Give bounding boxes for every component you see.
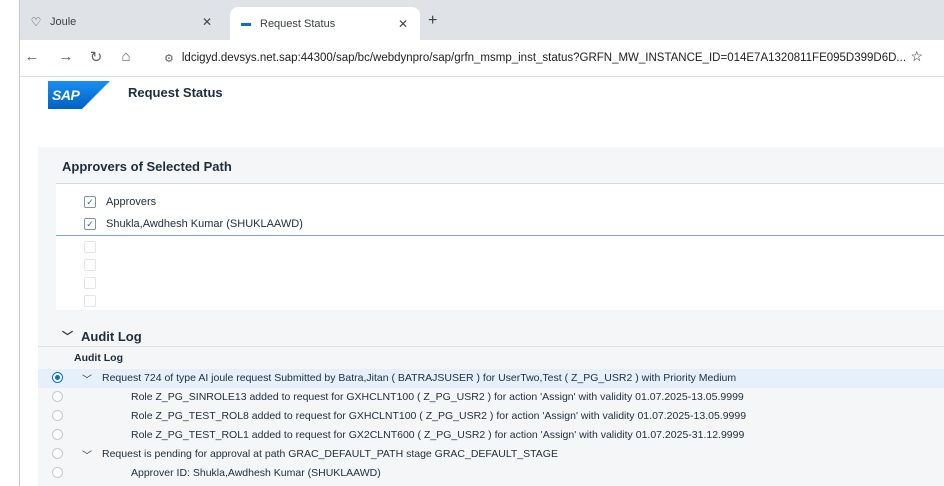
- row-radio-button[interactable]: [52, 410, 63, 421]
- audit-log-text: Request is pending for approval at path …: [102, 448, 558, 460]
- audit-log-row[interactable]: ﹀ Request 724 of type AI joule request S…: [38, 369, 944, 388]
- audit-log-text: Role Z_PG_TEST_ROL8 added to request for…: [131, 410, 747, 422]
- navigation-bar: ← → ↻ ⌂ ⚙ ldcigyd.devsys.net.sap:44300/s…: [20, 40, 944, 77]
- joule-icon: ♡: [30, 15, 42, 29]
- bookmark-star-icon[interactable]: ☆: [910, 48, 923, 65]
- approver-checkbox[interactable]: ✓: [84, 218, 96, 230]
- site-info-icon[interactable]: ⚙: [164, 52, 174, 65]
- audit-log-row[interactable]: ﹀ Request is pending for approval at pat…: [38, 445, 944, 464]
- sap-tab-icon: ▬: [241, 18, 251, 29]
- row-radio-button[interactable]: [52, 429, 63, 440]
- audit-log-row[interactable]: Approver ID: Shukla,Awdhesh Kumar (SHUKL…: [38, 464, 944, 483]
- chevron-down-icon[interactable]: ﹀: [62, 328, 73, 344]
- audit-log-tree: ﹀ Request 724 of type AI joule request S…: [38, 369, 944, 483]
- empty-row-checkbox[interactable]: [84, 241, 96, 253]
- reload-icon[interactable]: ↻: [86, 48, 106, 66]
- url-text: ldcigyd.devsys.net.sap:44300/sap/bc/webd…: [181, 52, 907, 64]
- approvers-table: ✓ Approvers ✓ Shukla,Awdhesh Kumar (SHUK…: [56, 184, 944, 310]
- audit-log-row[interactable]: Role Z_PG_SINROLE13 added to request for…: [38, 388, 944, 407]
- main-content: Approvers of Selected Path ✓ Approvers ✓…: [38, 147, 944, 486]
- audit-log-title: Audit Log: [81, 328, 142, 344]
- row-radio-button[interactable]: [52, 372, 63, 383]
- audit-log-section-header[interactable]: ﹀ Audit Log: [62, 328, 142, 344]
- empty-row-checkbox[interactable]: [84, 277, 96, 289]
- empty-row[interactable]: [56, 290, 944, 312]
- audit-log-text: Role Z_PG_SINROLE13 added to request for…: [131, 391, 744, 403]
- approvers-column-header: Approvers: [106, 196, 157, 208]
- audit-log-column-label: Audit Log: [74, 352, 123, 364]
- tab-title: Request Status: [260, 17, 336, 30]
- approver-name: Shukla,Awdhesh Kumar (SHUKLAAWD): [106, 218, 303, 230]
- row-radio-button[interactable]: [52, 391, 63, 402]
- browser-window: ♡ Joule ✕ ▬ Request Status ✕ + ← → ↻ ⌂ ⚙…: [19, 0, 944, 486]
- tab-request-status[interactable]: ▬ Request Status ✕: [230, 7, 420, 40]
- audit-log-row[interactable]: Role Z_PG_TEST_ROL8 added to request for…: [38, 407, 944, 426]
- tab-joule[interactable]: ♡ Joule ✕: [28, 7, 224, 37]
- empty-row-checkbox[interactable]: [84, 295, 96, 307]
- sap-header: SAP Request Status: [20, 77, 944, 147]
- close-tab-icon[interactable]: ✕: [398, 17, 408, 31]
- address-bar[interactable]: ⚙ ldcigyd.devsys.net.sap:44300/sap/bc/we…: [160, 45, 944, 71]
- row-radio-button[interactable]: [52, 467, 63, 478]
- back-icon[interactable]: ←: [22, 48, 42, 65]
- home-icon[interactable]: ⌂: [116, 48, 136, 65]
- approver-row[interactable]: ✓ Shukla,Awdhesh Kumar (SHUKLAAWD): [56, 213, 944, 235]
- audit-log-text: Approver ID: Shukla,Awdhesh Kumar (SHUKL…: [131, 467, 381, 479]
- audit-log-column-header: Audit Log: [38, 346, 944, 369]
- approvers-section-title: Approvers of Selected Path: [62, 159, 232, 174]
- row-radio-button[interactable]: [52, 448, 63, 459]
- audit-log-text: Request 724 of type AI joule request Sub…: [102, 372, 737, 384]
- select-all-checkbox[interactable]: ✓: [84, 196, 96, 208]
- tab-bar: ♡ Joule ✕ ▬ Request Status ✕ +: [20, 0, 944, 40]
- new-tab-icon[interactable]: +: [428, 12, 437, 30]
- empty-row-checkbox[interactable]: [84, 259, 96, 271]
- chevron-down-icon[interactable]: ﹀: [82, 447, 92, 462]
- chevron-down-icon[interactable]: ﹀: [82, 371, 92, 386]
- approvers-header-row: ✓ Approvers: [56, 191, 944, 213]
- audit-log-text: Role Z_PG_TEST_ROL1 added to request for…: [131, 429, 745, 441]
- page-title: Request Status: [128, 85, 223, 100]
- audit-log-row[interactable]: Role Z_PG_TEST_ROL1 added to request for…: [38, 426, 944, 445]
- tab-title: Joule: [50, 16, 77, 28]
- forward-icon[interactable]: →: [56, 48, 76, 65]
- sap-logo-text: SAP: [52, 87, 80, 103]
- close-tab-icon[interactable]: ✕: [202, 15, 212, 29]
